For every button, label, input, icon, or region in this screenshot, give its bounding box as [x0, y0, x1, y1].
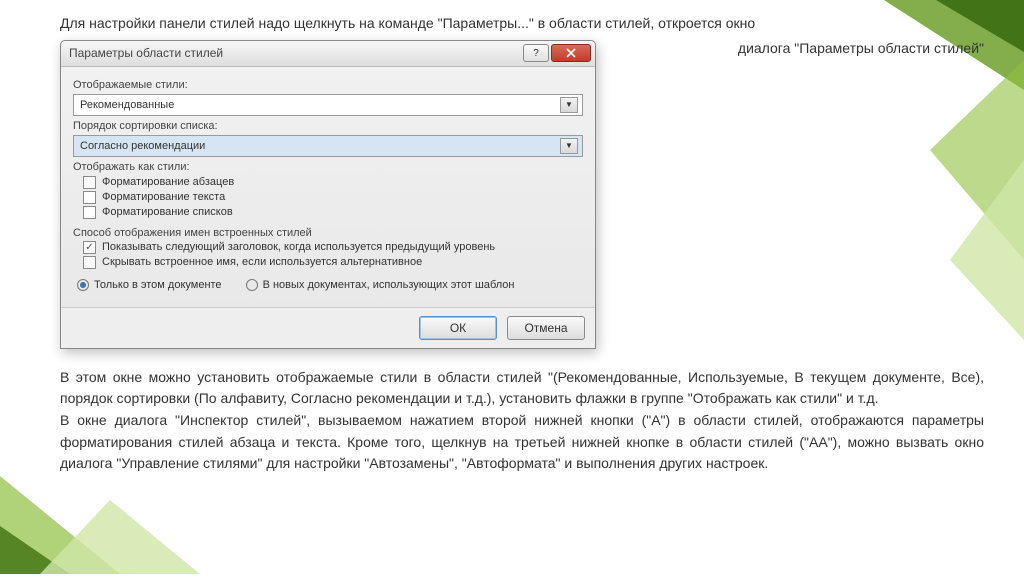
- combo-sort-value: Согласно рекомендации: [80, 140, 560, 152]
- chk-label: Форматирование списков: [102, 206, 233, 218]
- dialog-title: Параметры области стилей: [69, 46, 521, 60]
- radio-label: В новых документах, использующих этот ша…: [263, 279, 515, 291]
- paragraph-2: В окне диалога "Инспектор стилей", вызыв…: [60, 410, 984, 475]
- checkbox-hide-builtin-name[interactable]: [83, 256, 96, 269]
- label-sort-order: Порядок сортировки списка:: [73, 120, 583, 132]
- radio-new-documents[interactable]: [246, 279, 258, 291]
- help-button[interactable]: ?: [523, 44, 549, 62]
- radio-label: Только в этом документе: [94, 279, 222, 291]
- combo-displayed-styles[interactable]: Рекомендованные ▼: [73, 94, 583, 116]
- paragraph-1: В этом окне можно установить отображаемы…: [60, 367, 984, 410]
- chk-label: Скрывать встроенное имя, если использует…: [102, 256, 422, 268]
- chevron-down-icon: ▼: [560, 97, 578, 113]
- combo-sort-order[interactable]: Согласно рекомендации ▼: [73, 135, 583, 157]
- dialog-titlebar: Параметры области стилей ?: [61, 41, 595, 67]
- label-displayed-styles: Отображаемые стили:: [73, 79, 583, 91]
- checkbox-text-format[interactable]: [83, 191, 96, 204]
- chk-label: Форматирование текста: [102, 191, 225, 203]
- styles-options-dialog: Параметры области стилей ? Отображаемые …: [60, 40, 596, 349]
- ok-button[interactable]: ОК: [419, 316, 497, 340]
- checkbox-show-next-heading[interactable]: ✓: [83, 241, 96, 254]
- close-button[interactable]: [551, 44, 591, 62]
- chevron-down-icon: ▼: [560, 138, 578, 154]
- label-builtin-group: Способ отображения имен встроенных стиле…: [73, 227, 583, 239]
- radio-this-document[interactable]: [77, 279, 89, 291]
- cancel-button[interactable]: Отмена: [507, 316, 585, 340]
- chk-label: Форматирование абзацев: [102, 176, 234, 188]
- close-icon: [565, 48, 577, 58]
- checkbox-paragraph-format[interactable]: [83, 176, 96, 189]
- subtitle-text: диалога "Параметры области стилей": [718, 40, 984, 56]
- label-show-as-styles: Отображать как стили:: [73, 161, 583, 173]
- chk-label: Показывать следующий заголовок, когда ис…: [102, 241, 495, 253]
- intro-text: Для настройки панели стилей надо щелкнут…: [60, 14, 984, 34]
- combo-displayed-value: Рекомендованные: [80, 99, 560, 111]
- checkbox-list-format[interactable]: [83, 206, 96, 219]
